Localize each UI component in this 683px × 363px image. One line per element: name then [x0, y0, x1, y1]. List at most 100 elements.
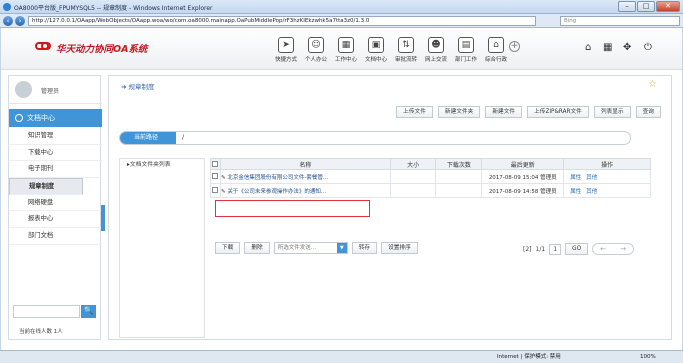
row-checkbox[interactable]	[212, 187, 219, 194]
file-name[interactable]: 北京金信集团股份有限公司文件-套餐管...	[227, 175, 328, 181]
sidebar-item-4[interactable]: 网络硬盘	[9, 195, 102, 212]
updated-owner: 管理员	[540, 174, 557, 181]
file-table: 名称 大小 下载次数 最后更新 操作 ✎ 北京金信集团股份有限公司文件-套餐管... 20…	[210, 158, 651, 198]
grid-icon[interactable]: ▦	[603, 42, 612, 53]
module-icon: ▣	[368, 37, 384, 53]
row-action-0[interactable]: 属性	[570, 175, 581, 181]
download-count	[435, 169, 483, 184]
module-label: 工作中心	[334, 57, 357, 63]
module-1[interactable]: ☺ 个人办公	[301, 37, 331, 63]
breadcrumb-label: 规章制度	[128, 83, 155, 91]
add-module-icon[interactable]: +	[509, 41, 520, 52]
home-icon[interactable]: ⌂	[585, 42, 591, 53]
toolbar-button-1[interactable]: 新建文件夹	[437, 106, 481, 118]
file-size	[389, 183, 437, 198]
module-7[interactable]: ⌂ 综合行政	[481, 37, 511, 63]
updated-owner: 管理员	[540, 188, 557, 195]
row-checkbox-cell	[210, 183, 221, 198]
sidebar: 管理员 文档中心 知识管理 下载中心 电子期刊 规章制度 网络硬盘 报表中心 部门文档 🔍 …	[8, 75, 102, 340]
row-checkbox[interactable]	[212, 173, 219, 180]
table-actions: 下载 删除 所选文件发送... ▼ 转存 设置排序	[215, 242, 418, 254]
app-title: 华天动力协同OA系统	[56, 44, 148, 55]
sidebar-item-5[interactable]: 报表中心	[9, 211, 102, 229]
favorite-star-icon[interactable]: ☆	[648, 79, 657, 90]
next-page-icon[interactable]: →	[613, 244, 633, 254]
path-bar: 当前路径 /	[119, 131, 631, 145]
sidebar-collapse-handle[interactable]	[101, 205, 105, 231]
select-all-checkbox[interactable]	[212, 161, 219, 167]
sidebar-item-3[interactable]: 规章制度	[9, 178, 83, 195]
toolbar-button-0[interactable]: 上传文件	[396, 106, 433, 118]
module-icon: ⇅	[398, 37, 414, 53]
prev-page-icon[interactable]: ←	[593, 244, 613, 254]
zoom-level[interactable]: 100%	[640, 351, 656, 363]
username: 管理员	[41, 88, 60, 95]
toolbar-button-2[interactable]: 新建文件	[485, 106, 523, 118]
toolbar-button-5[interactable]: 查询	[635, 106, 661, 118]
folder-tree: ▸文档文件夹列表	[119, 158, 205, 338]
close-button[interactable]: ✕	[656, 1, 680, 12]
maximize-button[interactable]: □	[637, 1, 655, 12]
column-header-4: 最后更新	[481, 158, 565, 170]
folder-tree-header[interactable]: ▸文档文件夹列表	[120, 159, 204, 172]
online-count: 当前在线人数 1人	[19, 329, 63, 335]
go-button[interactable]: GO	[565, 243, 589, 255]
app-window: 华天动力协同OA系统 ➤ 快捷方式 ☺ 个人办公 ▦ 工作中心 ▣ 文档中心 ⇅ 审批流转 ☻ 网上交…	[1, 28, 682, 350]
title-bar: OA8000平台版_FPUMYSQL5 -- 规章制度 - Windows In…	[0, 0, 683, 14]
module-icon: ▤	[458, 37, 474, 53]
page-input[interactable]: 1	[549, 243, 562, 255]
delete-button[interactable]: 删除	[244, 242, 270, 254]
module-bar: ➤ 快捷方式 ☺ 个人办公 ▦ 工作中心 ▣ 文档中心 ⇅ 审批流转 ☻ 网上交流 ▤ 部门工作 ⌂ 综合行政	[271, 37, 511, 63]
send-select[interactable]: 所选文件发送... ▼	[273, 242, 348, 254]
row-action-1[interactable]: 其他	[586, 189, 597, 195]
forward-icon[interactable]: ›	[15, 16, 25, 26]
module-3[interactable]: ▣ 文档中心	[361, 37, 391, 63]
user-icon	[15, 114, 23, 122]
module-2[interactable]: ▦ 工作中心	[331, 37, 361, 63]
updated-time: 2017-08-09 14:58	[488, 188, 539, 195]
module-6[interactable]: ▤ 部门工作	[451, 37, 481, 63]
module-4[interactable]: ⇅ 审批流转	[391, 37, 421, 63]
logout-icon[interactable]: ⏻	[644, 42, 652, 53]
move-button[interactable]: 转存	[351, 242, 378, 254]
download-button[interactable]: 下载	[215, 242, 241, 254]
row-action-0[interactable]: 属性	[570, 189, 581, 195]
page-indicator: 1/1	[535, 245, 546, 253]
sidebar-item-1[interactable]: 下载中心	[9, 145, 102, 162]
toolbar: 上传文件 新建文件夹 新建文件 上传ZIP&RAR文件 列表显示 查询	[396, 106, 661, 118]
module-label: 部门工作	[454, 57, 477, 63]
path-value: /	[182, 134, 185, 141]
module-label: 个人办公	[304, 57, 327, 63]
module-5[interactable]: ☻ 网上交流	[421, 37, 451, 63]
row-action-1[interactable]: 其他	[586, 175, 597, 181]
module-label: 快捷方式	[274, 57, 297, 63]
file-name-cell: ✎ 北京金信集团股份有限公司文件-套餐管...	[219, 169, 391, 184]
toolbar-button-3[interactable]: 上传ZIP&RAR文件	[527, 106, 589, 118]
sort-settings-button[interactable]: 设置排序	[381, 242, 418, 254]
updated-time: 2017-08-09 15:04	[488, 174, 539, 181]
back-icon[interactable]: ‹	[3, 16, 13, 26]
sidebar-section-header[interactable]: 文档中心	[9, 109, 102, 127]
table-row[interactable]: ✎ 北京金信集团股份有限公司文件-套餐管... 2017-08-09 15:04 …	[210, 169, 651, 184]
table-row[interactable]: ✎ 关于《公司未来参观操作办法》的通知... 2017-08-09 14:58 管…	[210, 183, 651, 198]
module-icon: ☻	[428, 37, 444, 53]
file-name[interactable]: 关于《公司未来参观操作办法》的通知...	[227, 189, 326, 195]
chevron-down-icon: ▼	[336, 243, 347, 253]
module-0[interactable]: ➤ 快捷方式	[271, 37, 301, 63]
browser-search-input[interactable]: Bing	[560, 16, 680, 26]
skin-icon[interactable]: ✥	[623, 42, 631, 53]
toolbar-button-4[interactable]: 列表显示	[593, 106, 631, 118]
send-select-value: 所选文件发送...	[277, 245, 316, 251]
sidebar-item-2[interactable]: 电子期刊	[9, 161, 102, 179]
column-header-5: 操作	[563, 158, 651, 170]
sidebar-item-6[interactable]: 部门文档	[9, 228, 102, 245]
minimize-button[interactable]: –	[618, 1, 636, 12]
status-zone: Internet | 保护模式: 禁用	[497, 354, 561, 360]
search-icon[interactable]: 🔍	[81, 305, 96, 318]
path-label: 当前路径	[120, 132, 176, 144]
sidebar-search-input[interactable]	[13, 305, 80, 318]
module-label: 网上交流	[424, 57, 447, 63]
row-checkbox-cell	[210, 169, 221, 184]
sidebar-item-0[interactable]: 知识管理	[9, 128, 102, 145]
url-field[interactable]: http://127.0.0.1/OAapp/WebObjects/OAapp.…	[28, 16, 536, 26]
